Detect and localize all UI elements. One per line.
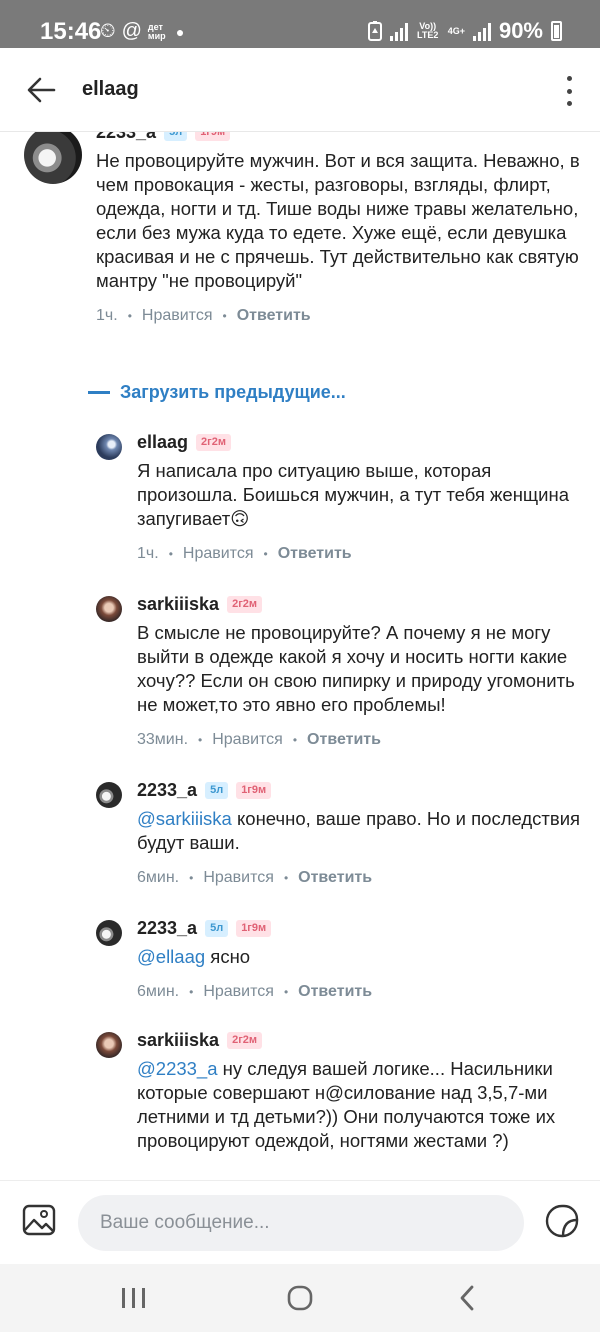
comment-time: 6мин.: [137, 869, 180, 886]
comment-meta: 2233_a 5л 1г9м: [137, 780, 586, 801]
reply-button[interactable]: Ответить: [298, 869, 372, 887]
separator-dot: •: [283, 871, 289, 885]
status-time: 15:46: [40, 18, 102, 45]
badge-years: 5л: [164, 132, 188, 141]
badge-age: 1г9м: [236, 782, 272, 799]
comment-meta: 2233_a 5л 1г9м: [137, 918, 586, 939]
comment-actions: 1ч. • Нравится • Ответить: [137, 545, 586, 563]
comment-time: 1ч.: [96, 307, 118, 324]
separator-dot: •: [198, 733, 203, 747]
load-previous-label: Загрузить предыдущие...: [120, 382, 346, 402]
separator-dot: •: [189, 871, 194, 885]
comment-actions: 33мин. • Нравится • Ответить: [137, 731, 586, 749]
back-icon[interactable]: [450, 1282, 486, 1314]
like-button[interactable]: Нравится: [203, 983, 274, 1001]
avatar[interactable]: [96, 596, 122, 622]
message-input[interactable]: [78, 1195, 524, 1251]
comment-meta: 2233_a 5л 1г9м: [96, 132, 584, 143]
battery-icon: [551, 21, 562, 41]
sticker-icon[interactable]: [544, 1203, 580, 1239]
status-right-icons: Vo)) LTE2 4G+ 90%: [367, 18, 562, 44]
username[interactable]: 2233_a: [96, 132, 156, 143]
comment-actions: 6мин. • Нравится • Ответить: [137, 869, 586, 887]
comment-time: 33мин.: [137, 731, 189, 748]
home-icon[interactable]: [282, 1282, 318, 1314]
mention-link[interactable]: @sarkiiiska: [137, 808, 232, 829]
dash-icon: [88, 391, 110, 394]
username[interactable]: ellaag: [137, 432, 188, 453]
dot-icon: ●: [175, 23, 185, 40]
comment-meta: ellaag 2г2м: [137, 432, 586, 453]
reply-button[interactable]: Ответить: [298, 983, 372, 1001]
comment-text: В смысле не провоцируйте? А почему я не …: [137, 622, 575, 715]
badge-age: 1г9м: [236, 920, 272, 937]
separator-dot: •: [189, 985, 194, 999]
system-nav-bar: [0, 1264, 600, 1332]
page-title: ellaag: [82, 78, 139, 100]
clock-sync-icon: ⏲: [100, 20, 116, 42]
separator-dot: •: [127, 309, 132, 323]
status-left-icons: ⏲ @ дет мир ●: [100, 20, 184, 43]
comment-meta: sarkiiiska 2г2м: [137, 594, 586, 615]
signal-2-icon: [472, 21, 491, 41]
reply-button[interactable]: Ответить: [237, 307, 311, 325]
comment-actions: 1ч. • Нравится • Ответить: [96, 307, 584, 325]
app-header: ellaag: [0, 48, 600, 132]
network-4g-label: 4G+: [447, 25, 465, 36]
volte-label: Vo)) LTE2: [417, 21, 439, 40]
avatar[interactable]: [96, 434, 122, 460]
comment-time: 1ч.: [137, 545, 159, 562]
battery-saver-icon: [367, 21, 382, 41]
comment-text: ясно: [205, 946, 251, 967]
comment-actions: 6мин. • Нравится • Ответить: [137, 983, 586, 1001]
reply-button[interactable]: Ответить: [278, 545, 352, 563]
separator-dot: •: [283, 985, 289, 999]
at-icon: @: [121, 20, 142, 42]
comment-text: Я написала про ситуацию выше, которая пр…: [137, 460, 569, 529]
username[interactable]: sarkiiiska: [137, 594, 219, 615]
comment-body: @sarkiiiska конечно, ваше право. Но и по…: [137, 807, 586, 855]
like-button[interactable]: Нравится: [203, 869, 274, 887]
badge-age: 2г2м: [227, 596, 263, 613]
recent-apps-icon[interactable]: [116, 1282, 152, 1314]
badge-age: 2г2м: [196, 434, 231, 451]
load-previous-button[interactable]: Загрузить предыдущие...: [88, 382, 346, 403]
comment-body: @ellaag ясно: [137, 945, 586, 969]
signal-1-icon: [389, 21, 408, 41]
mention-link[interactable]: @ellaag: [137, 946, 205, 967]
image-icon[interactable]: [22, 1203, 56, 1237]
username[interactable]: 2233_a: [137, 918, 197, 939]
badge-age: 1г9м: [195, 132, 231, 141]
avatar[interactable]: [96, 782, 122, 808]
username[interactable]: 2233_a: [137, 780, 197, 801]
comment-text: Не провоцируйте мужчин. Вот и вся защита…: [96, 150, 580, 291]
mention-link[interactable]: @2233_a: [137, 1058, 218, 1079]
separator-dot: •: [292, 733, 298, 747]
comments-feed[interactable]: 2233_a 5л 1г9м Не провоцируйте мужчин. В…: [0, 132, 600, 1180]
badge-age: 2г2м: [227, 1032, 263, 1049]
avatar[interactable]: [96, 1032, 122, 1058]
avatar[interactable]: [24, 132, 82, 184]
detmir-icon: дет мир: [147, 21, 166, 41]
like-button[interactable]: Нравится: [183, 545, 254, 563]
separator-dot: •: [222, 309, 227, 323]
more-vertical-icon[interactable]: [564, 76, 574, 106]
like-button[interactable]: Нравится: [142, 307, 213, 325]
battery-percent: 90%: [498, 18, 543, 43]
comment-time: 6мин.: [137, 983, 180, 1000]
comment-body: @2233_a ну следуя вашей логике... Насиль…: [137, 1057, 590, 1153]
separator-dot: •: [168, 547, 173, 561]
reply-button[interactable]: Ответить: [307, 731, 381, 749]
separator-dot: •: [263, 547, 268, 561]
badge-years: 5л: [205, 920, 229, 937]
avatar[interactable]: [96, 920, 122, 946]
badge-years: 5л: [205, 782, 229, 799]
arrow-left-icon[interactable]: [24, 72, 60, 108]
comment-meta: sarkiiiska 2г2м: [137, 1030, 590, 1051]
username[interactable]: sarkiiiska: [137, 1030, 219, 1051]
like-button[interactable]: Нравится: [212, 731, 283, 749]
message-composer: [0, 1180, 600, 1264]
